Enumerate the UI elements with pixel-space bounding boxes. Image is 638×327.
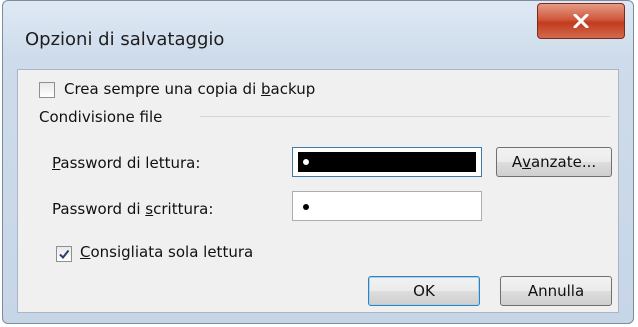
dialog-window: Opzioni di salvataggio Crea sempre una c… bbox=[2, 0, 634, 324]
file-sharing-group-label: Condivisione file bbox=[39, 108, 163, 126]
write-password-label: Password di scrittura: bbox=[52, 200, 214, 218]
backup-label[interactable]: Crea sempre una copia di backup bbox=[64, 80, 315, 98]
readonly-checkbox[interactable] bbox=[56, 246, 72, 262]
dialog-body: Crea sempre una copia di backup Condivis… bbox=[17, 69, 619, 313]
password-mask-dot bbox=[303, 159, 309, 165]
advanced-button[interactable]: Av anzate... bbox=[496, 147, 612, 177]
group-divider bbox=[200, 116, 610, 117]
read-password-input[interactable] bbox=[292, 147, 482, 177]
selection-highlight bbox=[298, 152, 476, 172]
close-button[interactable] bbox=[537, 3, 625, 39]
read-password-label: Password di lettura: bbox=[52, 154, 201, 172]
backup-checkbox[interactable] bbox=[39, 82, 55, 98]
ok-button[interactable]: OK bbox=[368, 276, 480, 306]
checkmark-icon bbox=[59, 249, 70, 260]
password-mask-dot bbox=[303, 204, 309, 210]
close-icon bbox=[573, 14, 589, 28]
readonly-label[interactable]: Consigliata sola lettura bbox=[80, 243, 253, 261]
cancel-button[interactable]: Annulla bbox=[500, 276, 612, 306]
write-password-input[interactable] bbox=[292, 191, 482, 221]
dialog-title: Opzioni di salvataggio bbox=[25, 29, 225, 50]
